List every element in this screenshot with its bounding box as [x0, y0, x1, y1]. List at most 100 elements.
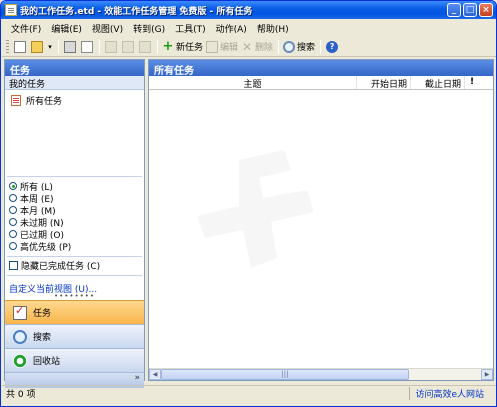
delete-label: 删除: [255, 43, 274, 53]
app-icon: [5, 4, 17, 16]
cut-icon: [105, 40, 117, 53]
new-task-button[interactable]: + 新任务: [161, 39, 204, 55]
filter-high-priority-label: 高优先级 (P): [20, 242, 72, 253]
new-file-button[interactable]: [12, 39, 28, 55]
filter-high-priority[interactable]: 高优先级 (P): [9, 240, 140, 253]
delete-icon: ✕: [242, 39, 253, 54]
toolbar-grip[interactable]: [6, 39, 9, 54]
edit-icon: [206, 40, 219, 53]
filter-not-overdue[interactable]: 未过期 (N): [9, 216, 140, 229]
copy-button[interactable]: [120, 39, 136, 55]
open-folder-icon: [31, 40, 43, 53]
filter-overdue[interactable]: 已过期 (O): [9, 228, 140, 241]
search-label: 搜索: [297, 43, 316, 53]
scroll-right-button[interactable]: ▶: [481, 369, 493, 380]
toolbar: ▾ + 新任务 编辑 ✕ 删除 搜索 ?: [2, 37, 496, 57]
nav-section-my-tasks: 我的任务: [5, 76, 144, 90]
nav-empty-area: [5, 110, 144, 176]
toolbar-separator: [58, 39, 59, 54]
column-header-priority[interactable]: !: [465, 76, 479, 89]
nav-button-tasks[interactable]: 任务: [5, 300, 144, 324]
filter-all[interactable]: 所有 (L): [9, 180, 140, 193]
menu-view[interactable]: 视图(V): [89, 22, 126, 35]
scroll-left-button[interactable]: ◀: [149, 369, 161, 380]
toolbar-separator: [157, 39, 158, 54]
menu-goto[interactable]: 转到(G): [130, 22, 168, 35]
search-icon: [13, 329, 27, 344]
maximize-button[interactable]: □: [463, 3, 477, 17]
task-list-icon: [11, 94, 21, 106]
scroll-track[interactable]: |||: [161, 369, 481, 380]
background-watermark-logo: [197, 150, 314, 268]
menu-actions[interactable]: 动作(A): [213, 22, 250, 35]
status-bar: 共 0 项 访问高效e人网站: [2, 385, 496, 401]
task-list-pane: 所有任务 主题 开始日期 截止日期 ! ◀ ||| ▶: [148, 59, 494, 381]
radio-button[interactable]: [9, 218, 17, 226]
search-icon: [283, 40, 296, 53]
website-link[interactable]: 访问高效e人网站: [409, 387, 484, 400]
app-window: 我的工作任务.etd - 效能工作任务管理 免费版 - 所有任务 _ □ × 文…: [0, 0, 497, 407]
filter-this-week[interactable]: 本周 (E): [9, 192, 140, 205]
close-button[interactable]: ×: [479, 3, 493, 17]
column-header-row: 主题 开始日期 截止日期 !: [149, 76, 493, 90]
horizontal-scrollbar[interactable]: ◀ ||| ▶: [149, 368, 493, 380]
menu-bar: 文件(F) 编辑(E) 视图(V) 转到(G) 工具(T) 动作(A) 帮助(H…: [2, 20, 496, 36]
search-button[interactable]: 搜索: [282, 39, 316, 55]
nav-item-all-tasks[interactable]: 所有任务: [5, 90, 144, 110]
task-list-title: 所有任务: [149, 60, 493, 77]
paste-button[interactable]: [137, 39, 153, 55]
open-file-button[interactable]: [29, 39, 45, 55]
copy-icon: [122, 40, 134, 53]
hide-completed-checkbox[interactable]: [9, 261, 18, 270]
column-header-start-date[interactable]: 开始日期: [357, 76, 411, 90]
edit-button[interactable]: 编辑: [205, 39, 239, 55]
recycle-icon: [13, 353, 27, 368]
scroll-thumb[interactable]: |||: [161, 369, 409, 380]
nav-button-recycle-bin-label: 回收站: [33, 357, 61, 367]
hide-completed-label: 隐藏已完成任务 (C): [21, 262, 101, 272]
open-dropdown-button[interactable]: ▾: [46, 39, 54, 55]
print-button[interactable]: [62, 39, 78, 55]
paste-icon: [139, 40, 151, 53]
filter-this-month[interactable]: 本月 (M): [9, 204, 140, 217]
nav-button-tasks-label: 任务: [33, 309, 52, 319]
item-count: 共 0 项: [6, 390, 36, 400]
print-preview-icon: [81, 40, 93, 53]
radio-button[interactable]: [9, 182, 17, 190]
print-icon: [64, 40, 76, 53]
radio-button[interactable]: [9, 230, 17, 238]
nav-header: 任务: [5, 60, 144, 77]
minimize-button[interactable]: _: [447, 3, 461, 17]
new-file-icon: [14, 40, 26, 53]
new-task-label: 新任务: [176, 43, 204, 53]
task-icon: [13, 304, 27, 320]
edit-label: 编辑: [220, 43, 239, 53]
window-title: 我的工作任务.etd - 效能工作任务管理 免费版 - 所有任务: [20, 6, 253, 17]
menu-edit[interactable]: 编辑(E): [48, 22, 85, 35]
navigation-pane: 任务 我的任务 所有任务 所有 (L) 本周 (E) 本月 (M) 未过期 (N: [4, 59, 145, 388]
delete-button[interactable]: ✕ 删除: [240, 39, 274, 55]
radio-button[interactable]: [9, 206, 17, 214]
help-button[interactable]: ?: [324, 39, 340, 55]
hide-completed-option[interactable]: 隐藏已完成任务 (C): [5, 257, 144, 272]
plus-icon: +: [162, 38, 174, 54]
column-header-subject[interactable]: 主题: [149, 76, 357, 90]
print-preview-button[interactable]: [79, 39, 95, 55]
menu-tools[interactable]: 工具(T): [172, 22, 209, 35]
nav-item-all-tasks-label: 所有任务: [26, 96, 63, 107]
title-bar[interactable]: 我的工作任务.etd - 效能工作任务管理 免费版 - 所有任务 _ □ ×: [1, 1, 496, 19]
nav-button-recycle-bin[interactable]: 回收站: [5, 348, 144, 372]
help-icon: ?: [326, 40, 339, 53]
toolbar-separator: [278, 39, 280, 54]
radio-button[interactable]: [9, 242, 17, 250]
toolbar-separator: [320, 39, 322, 54]
menu-file[interactable]: 文件(F): [8, 22, 44, 35]
nav-button-search-label: 搜索: [33, 333, 52, 343]
cut-button[interactable]: [103, 39, 119, 55]
radio-button[interactable]: [9, 194, 17, 202]
toolbar-separator: [99, 39, 100, 54]
column-header-due-date[interactable]: 截止日期: [411, 76, 465, 90]
nav-button-search[interactable]: 搜索: [5, 324, 144, 348]
filter-radio-group: 所有 (L) 本周 (E) 本月 (M) 未过期 (N) 已过期 (O) 高优先…: [5, 177, 144, 253]
menu-help[interactable]: 帮助(H): [254, 22, 292, 35]
